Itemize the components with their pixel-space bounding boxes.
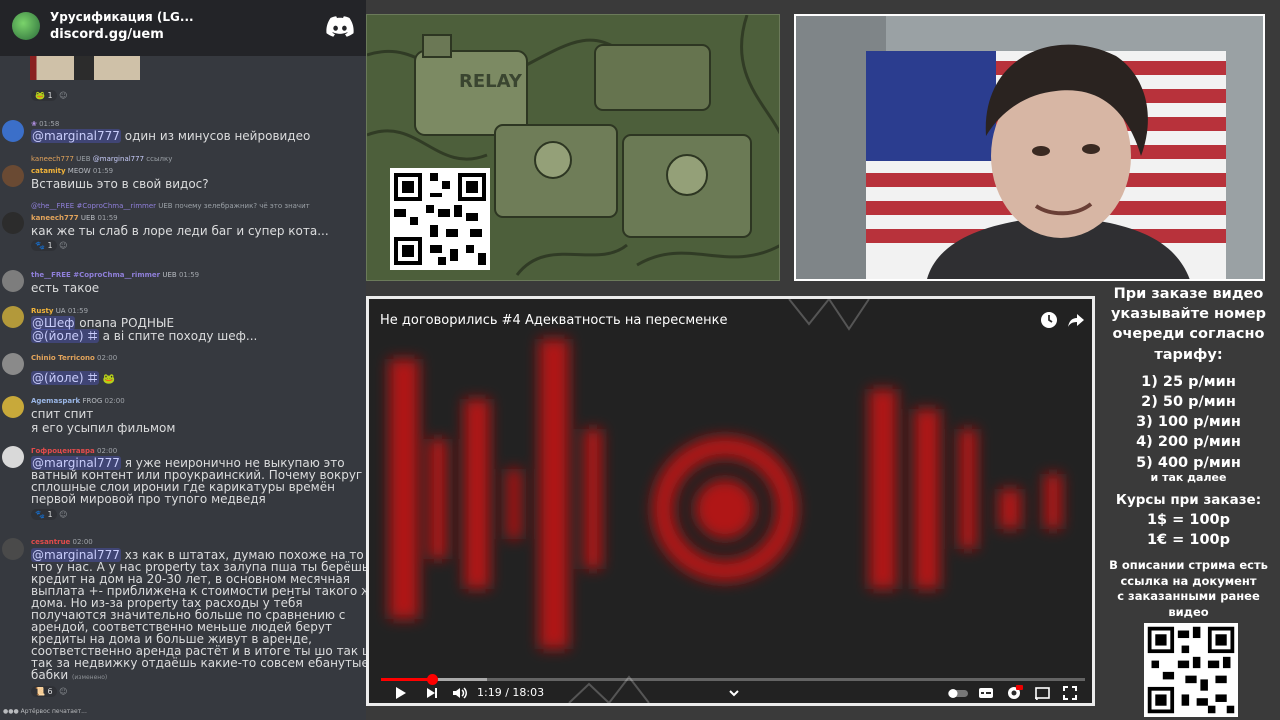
discord-chat-panel: Урусификация (LG... discord.gg/uem 🐸 1 ☺… <box>0 0 366 720</box>
qr-code-left[interactable] <box>390 168 490 270</box>
message-body: я его усыпил фильмом <box>31 421 176 435</box>
user-avatar[interactable] <box>2 120 24 142</box>
youtube-player[interactable]: Не договорились #4 Адекватность на перес… <box>366 296 1095 706</box>
add-reaction-icon[interactable]: ☺ <box>59 91 67 100</box>
order-instructions: При заказе видео указывайте номер очеред… <box>1110 286 1267 363</box>
reaction-row[interactable]: 🐾 1 ☺ <box>31 509 68 520</box>
settings-gear-icon[interactable] <box>1005 684 1023 702</box>
typing-indicator: ●●● Артёрвос печатает... <box>3 708 87 715</box>
message-body: @marginal777 один из минусов нейровидео <box>31 129 311 143</box>
rate-usd: 1$ = 100р <box>1146 512 1231 529</box>
message-meta: Agemaspark FROG 02:00 <box>31 397 125 405</box>
reaction-row[interactable]: 📜 6 ☺ <box>31 686 68 697</box>
qr-code-right[interactable] <box>1144 623 1238 717</box>
message-body: есть такое <box>31 281 100 295</box>
message-meta: the__FREE #CoproChma__rimmer UEB 01:59 <box>31 271 200 279</box>
user-mention[interactable]: @Шеф <box>31 316 76 330</box>
message-meta: Chinio Terricono 02:00 <box>31 354 118 362</box>
add-reaction-icon[interactable]: ☺ <box>59 687 67 696</box>
description-note: В описании стрима есть ссылка на докумен… <box>1109 558 1268 619</box>
message-meta: ❀ 01:58 <box>31 120 60 128</box>
server-invite-link[interactable]: discord.gg/uem <box>50 27 164 42</box>
webcam-feed <box>794 14 1265 281</box>
video-frame <box>369 299 1092 703</box>
message-body: бабки (изменено) <box>31 668 108 682</box>
server-name: Урусификация (LG... <box>50 10 194 24</box>
edited-label: (изменено) <box>72 674 108 681</box>
embedded-image-fragment[interactable] <box>30 56 140 80</box>
user-avatar[interactable] <box>2 396 24 418</box>
message-body: @(йоле) ꖛ а ві спите походу шеф... <box>31 329 258 343</box>
add-reaction-icon[interactable]: ☺ <box>59 510 67 519</box>
player-controls: 1:19 / 18:03 <box>369 682 1092 703</box>
user-mention[interactable]: @marginal777 <box>31 129 121 143</box>
message-meta: Гофроцентавра 02:00 <box>31 447 118 455</box>
user-avatar[interactable] <box>2 212 24 234</box>
volume-icon[interactable] <box>451 684 469 702</box>
chevron-down-icon[interactable] <box>725 684 743 702</box>
server-icon <box>12 12 40 40</box>
rate-eur: 1€ = 100р <box>1146 532 1231 549</box>
user-mention[interactable]: @(йоле) ꖛ <box>31 329 99 343</box>
order-info-panel: При заказе видео указывайте номер очеред… <box>1097 284 1280 720</box>
reaction-pill[interactable]: 🐾 1 <box>31 240 57 251</box>
add-reaction-icon[interactable]: ☺ <box>59 241 67 250</box>
reaction-row[interactable]: 🐸 1 ☺ <box>31 90 68 101</box>
message-body: первой мировой про тупого медведя <box>31 492 266 506</box>
user-avatar[interactable] <box>2 165 24 187</box>
subtitles-icon[interactable] <box>977 684 995 702</box>
play-icon[interactable] <box>391 684 409 702</box>
next-icon[interactable] <box>423 684 441 702</box>
user-avatar[interactable] <box>2 270 24 292</box>
svg-text:RELAY: RELAY <box>459 71 523 92</box>
message-meta: catamity MEOW 01:59 <box>31 167 114 175</box>
discord-logo-icon <box>326 16 354 37</box>
chat-header: Урусификация (LG... discord.gg/uem <box>0 0 366 56</box>
progress-bar[interactable] <box>381 674 1085 685</box>
reaction-pill[interactable]: 🐸 1 <box>31 90 57 101</box>
fullscreen-icon[interactable] <box>1061 684 1079 702</box>
message-meta: kaneech777 UEB 01:59 <box>31 214 118 222</box>
message-body: Вставишь это в свой видос? <box>31 177 209 191</box>
user-mention[interactable]: @(йоле) ꖛ <box>31 371 99 385</box>
frog-emoji-icon: 🐸 <box>102 374 116 385</box>
message-body: как же ты слаб в лоре леди баг и супер к… <box>31 224 329 238</box>
rates-title: Курсы при заказе: <box>1115 491 1262 508</box>
progress-played <box>381 678 433 681</box>
user-avatar[interactable] <box>2 446 24 468</box>
message-body: @Шеф опапа РОДНЫЕ <box>31 316 175 330</box>
cast-icon[interactable] <box>1033 684 1051 702</box>
message-meta: Rusty UA 01:59 <box>31 307 89 315</box>
webcam-scene <box>796 16 1263 279</box>
user-avatar[interactable] <box>2 353 24 375</box>
tariff-more: и так далее <box>1150 470 1227 484</box>
reply-preview[interactable]: @the__FREE #CoproChma__rimmer UEB почему… <box>31 202 310 210</box>
message-body: @(йоле) ꖛ 🐸 <box>31 371 116 386</box>
share-arrow-icon[interactable] <box>1067 311 1085 329</box>
user-avatar[interactable] <box>2 306 24 328</box>
message-meta: cesantrue 02:00 <box>31 538 93 546</box>
message-body: спит спит <box>31 407 94 421</box>
tariff-list: 1) 25 р/мин 2) 50 р/мин 3) 100 р/мин 4) … <box>1136 373 1241 471</box>
reaction-row[interactable]: 🐾 1 ☺ <box>31 240 68 251</box>
message-body: так за недвижку отдаёшь какие-то совсем … <box>31 656 366 670</box>
time-display: 1:19 / 18:03 <box>477 686 545 699</box>
reaction-pill[interactable]: 📜 6 <box>31 686 57 697</box>
watch-later-clock-icon[interactable] <box>1040 311 1058 329</box>
user-avatar[interactable] <box>2 538 24 560</box>
video-title[interactable]: Не договорились #4 Адекватность на перес… <box>380 313 728 328</box>
reply-preview[interactable]: kaneech777 UEB @marginal777 ссылку <box>31 155 172 163</box>
autoplay-toggle-icon[interactable] <box>947 684 969 702</box>
reaction-pill[interactable]: 🐾 1 <box>31 509 57 520</box>
